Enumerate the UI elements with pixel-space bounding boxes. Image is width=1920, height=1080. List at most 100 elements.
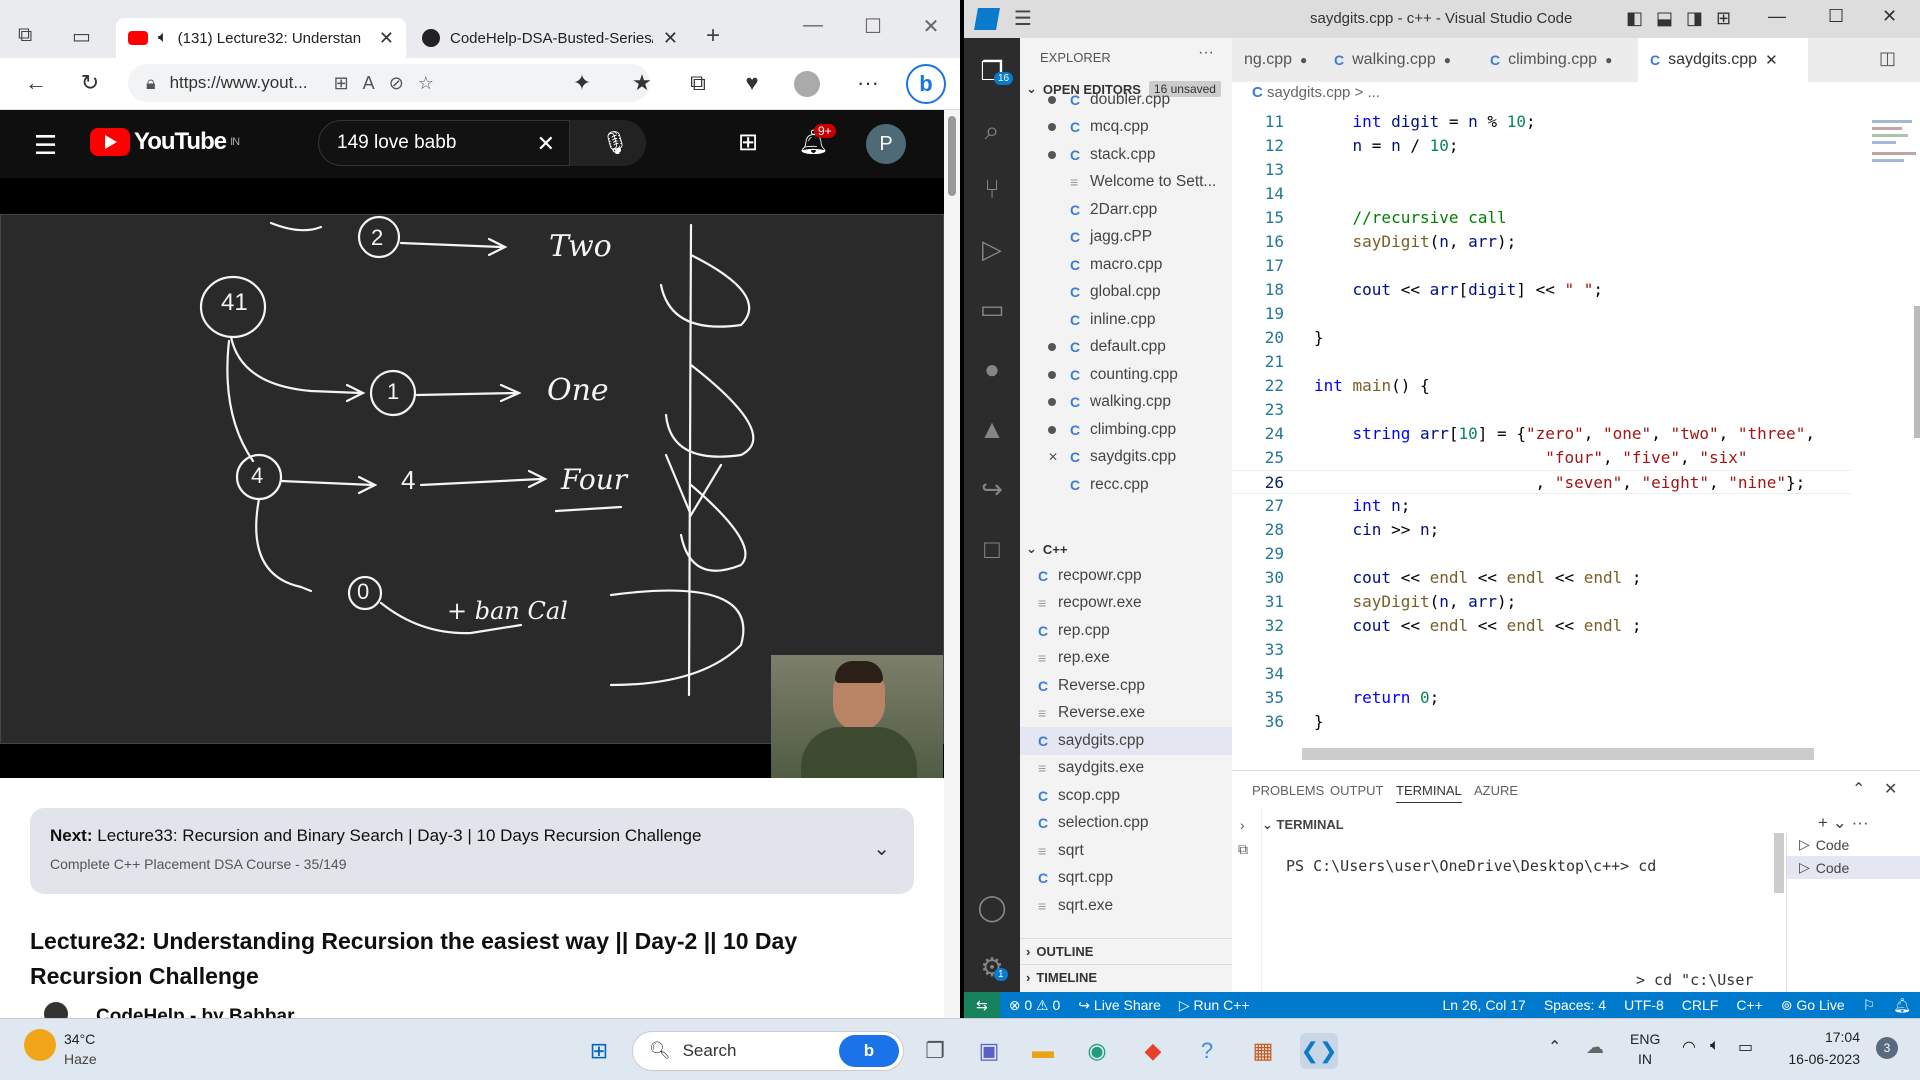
open-editor-item[interactable]: Cwalking.cpp — [1020, 389, 1232, 417]
next-video-title[interactable]: Lecture33: Recursion and Binary Search |… — [97, 826, 701, 845]
code-text[interactable]: string arr[10] = {"zero", "one", "two", … — [1284, 422, 1815, 446]
code-line[interactable]: 28 cin >> n; — [1232, 518, 1852, 542]
code-line[interactable]: 30 cout << endl << endl << endl ; — [1232, 566, 1852, 590]
outline-header[interactable]: › OUTLINE — [1020, 938, 1232, 964]
temperature[interactable]: 34°C — [64, 1031, 95, 1047]
code-text[interactable]: sayDigit(n, arr); — [1284, 230, 1517, 254]
code-text[interactable] — [1284, 398, 1314, 422]
open-editor-item[interactable]: Cclimbing.cpp — [1020, 416, 1232, 444]
code-text[interactable] — [1284, 638, 1314, 662]
open-editor-item[interactable]: Crecc.cpp — [1020, 471, 1232, 499]
code-text[interactable]: int main() { — [1284, 374, 1430, 398]
code-text[interactable] — [1284, 182, 1314, 206]
terminal-prompt[interactable]: PS C:\Users\user\OneDrive\Desktop\c++> c… — [1286, 857, 1656, 875]
encoding[interactable]: UTF-8 — [1615, 997, 1673, 1013]
code-line[interactable]: 29 — [1232, 542, 1852, 566]
code-text[interactable]: cin >> n; — [1284, 518, 1440, 542]
help-icon[interactable]: ? — [1188, 1033, 1226, 1069]
maximize-icon[interactable]: ☐ — [1828, 6, 1844, 27]
clock-date[interactable]: 16-06-2023 — [1780, 1051, 1860, 1067]
code-text[interactable]: , "seven", "eight", "nine"}; — [1284, 471, 1806, 493]
breadcrumb[interactable]: C saydgits.cpp > ... — [1252, 84, 1380, 101]
new-tab-icon[interactable]: + — [706, 22, 720, 50]
task-view-icon[interactable]: ❐ — [916, 1033, 954, 1069]
channel-name[interactable]: CodeHelp - by Babbar — [96, 1006, 294, 1018]
chevron-right-icon[interactable]: › — [1240, 817, 1261, 833]
start-windows-icon[interactable]: ⊞ — [580, 1033, 618, 1069]
next-video-card[interactable]: Next: Lecture33: Recursion and Binary Se… — [30, 808, 914, 894]
vscode-taskbar-icon[interactable]: ❮❯ — [1300, 1033, 1338, 1069]
folder-file-item[interactable]: Crep.cpp — [1020, 617, 1232, 645]
clear-search-icon[interactable]: ✕ — [537, 131, 555, 157]
github-icon[interactable]: ● — [964, 342, 1020, 396]
panel-tab[interactable]: AZURE — [1474, 783, 1518, 798]
code-line[interactable]: 13 — [1232, 158, 1852, 182]
channel-avatar[interactable] — [44, 1002, 68, 1018]
tracking-icon[interactable]: ⊘ — [389, 73, 404, 94]
panel-tab[interactable]: TERMINAL — [1396, 783, 1462, 803]
line-ending[interactable]: CRLF — [1673, 997, 1728, 1013]
cursor-position[interactable]: Ln 26, Col 17 — [1434, 997, 1535, 1013]
workspaces-icon[interactable]: ⧉ — [18, 24, 32, 47]
unsaved-dot-icon[interactable]: ● — [1444, 53, 1451, 67]
terminal-session-item[interactable]: ▷ Code — [1787, 833, 1920, 856]
settings-gear-icon[interactable]: ⚙ — [964, 940, 1020, 994]
folder-file-item[interactable]: Cselection.cpp — [1020, 810, 1232, 838]
back-icon[interactable]: ← — [20, 70, 52, 96]
tab-github[interactable]: CodeHelp-DSA-Busted-Series/l ✕ — [410, 18, 690, 58]
code-text[interactable] — [1284, 302, 1314, 326]
search-icon[interactable]: ⌕ — [964, 104, 1020, 158]
folder-file-item[interactable]: ≡ Reverse.exe — [1020, 700, 1232, 728]
folder-file-item[interactable]: Csqrt.cpp — [1020, 865, 1232, 893]
source-control-icon[interactable]: ⑂ — [964, 162, 1020, 216]
code-text[interactable]: cout << arr[digit] << " "; — [1284, 278, 1604, 302]
weather-text[interactable]: Haze — [64, 1051, 97, 1067]
explorer-more-icon[interactable]: ··· — [1198, 44, 1214, 62]
code-text[interactable]: } — [1284, 326, 1324, 350]
folder-file-item[interactable]: Crecpowr.cpp — [1020, 562, 1232, 590]
folder-file-item[interactable]: ≡ rep.exe — [1020, 645, 1232, 673]
speaker-icon[interactable]: 🔈︎ — [158, 29, 168, 47]
code-text[interactable]: n = n / 10; — [1284, 134, 1459, 158]
open-editor-item[interactable]: Cglobal.cpp — [1020, 279, 1232, 307]
code-line[interactable]: 34 — [1232, 662, 1852, 686]
panel-tab[interactable]: OUTPUT — [1330, 783, 1383, 798]
editor-tab[interactable]: Csaydgits.cpp ✕ — [1638, 38, 1808, 82]
code-line[interactable]: 22 int main() { — [1232, 374, 1852, 398]
terminal-session-item[interactable]: ▷ Code — [1787, 856, 1920, 879]
tab-youtube[interactable]: 🔈︎ (131) Lecture32: Understan ✕ — [116, 18, 406, 58]
editor-tab[interactable]: Cclimbing.cpp ● — [1478, 38, 1638, 82]
code-text[interactable]: cout << endl << endl << endl ; — [1284, 566, 1642, 590]
lang-secondary[interactable]: IN — [1638, 1051, 1652, 1067]
volume-icon[interactable]: 🔈︎ — [1710, 1037, 1720, 1055]
code-text[interactable] — [1284, 350, 1314, 374]
indentation[interactable]: Spaces: 4 — [1535, 997, 1615, 1013]
code-line[interactable]: 35 return 0; — [1232, 686, 1852, 710]
scrollbar-thumb[interactable] — [948, 116, 956, 196]
url-text[interactable]: https://www.yout... — [170, 73, 320, 93]
battery-icon[interactable]: ▭ — [1738, 1037, 1753, 1057]
editor-tab[interactable]: Cwalking.cpp ● — [1322, 38, 1478, 82]
close-tab-icon[interactable]: ✕ — [1765, 51, 1778, 69]
youtube-logo[interactable]: YouTube IN — [90, 128, 240, 156]
open-editor-item[interactable]: ≡ Welcome to Sett... — [1020, 169, 1232, 197]
menu-icon[interactable]: ☰ — [1014, 6, 1032, 31]
code-text[interactable]: //recursive call — [1284, 206, 1507, 230]
feedback-icon[interactable]: ⚐ — [1854, 997, 1885, 1014]
code-line[interactable]: 21 — [1232, 350, 1852, 374]
lang-primary[interactable]: ENG — [1630, 1031, 1660, 1047]
extensions-icon[interactable]: □ — [964, 522, 1020, 576]
code-line[interactable]: 36} — [1232, 710, 1852, 734]
maximize-panel-icon[interactable]: ⌃ — [1852, 779, 1865, 799]
editor-tab[interactable]: ng.cpp ● — [1232, 38, 1322, 82]
collections-icon[interactable]: ⧉ — [682, 70, 714, 96]
file-explorer-icon[interactable]: ▬ — [1024, 1033, 1062, 1069]
code-text[interactable]: cout << endl << endl << endl ; — [1284, 614, 1642, 638]
folder-file-item[interactable]: ≡ sqrt.exe — [1020, 892, 1232, 920]
code-line[interactable]: 32 cout << endl << endl << endl ; — [1232, 614, 1852, 638]
open-editor-item[interactable]: ✕ Csaydgits.cpp — [1020, 444, 1232, 472]
read-aloud-icon[interactable]: A — [363, 73, 375, 94]
minimap[interactable] — [1872, 110, 1920, 710]
folder-header[interactable]: ⌄ C++ — [1020, 536, 1232, 562]
bing-icon[interactable]: b — [839, 1035, 899, 1067]
